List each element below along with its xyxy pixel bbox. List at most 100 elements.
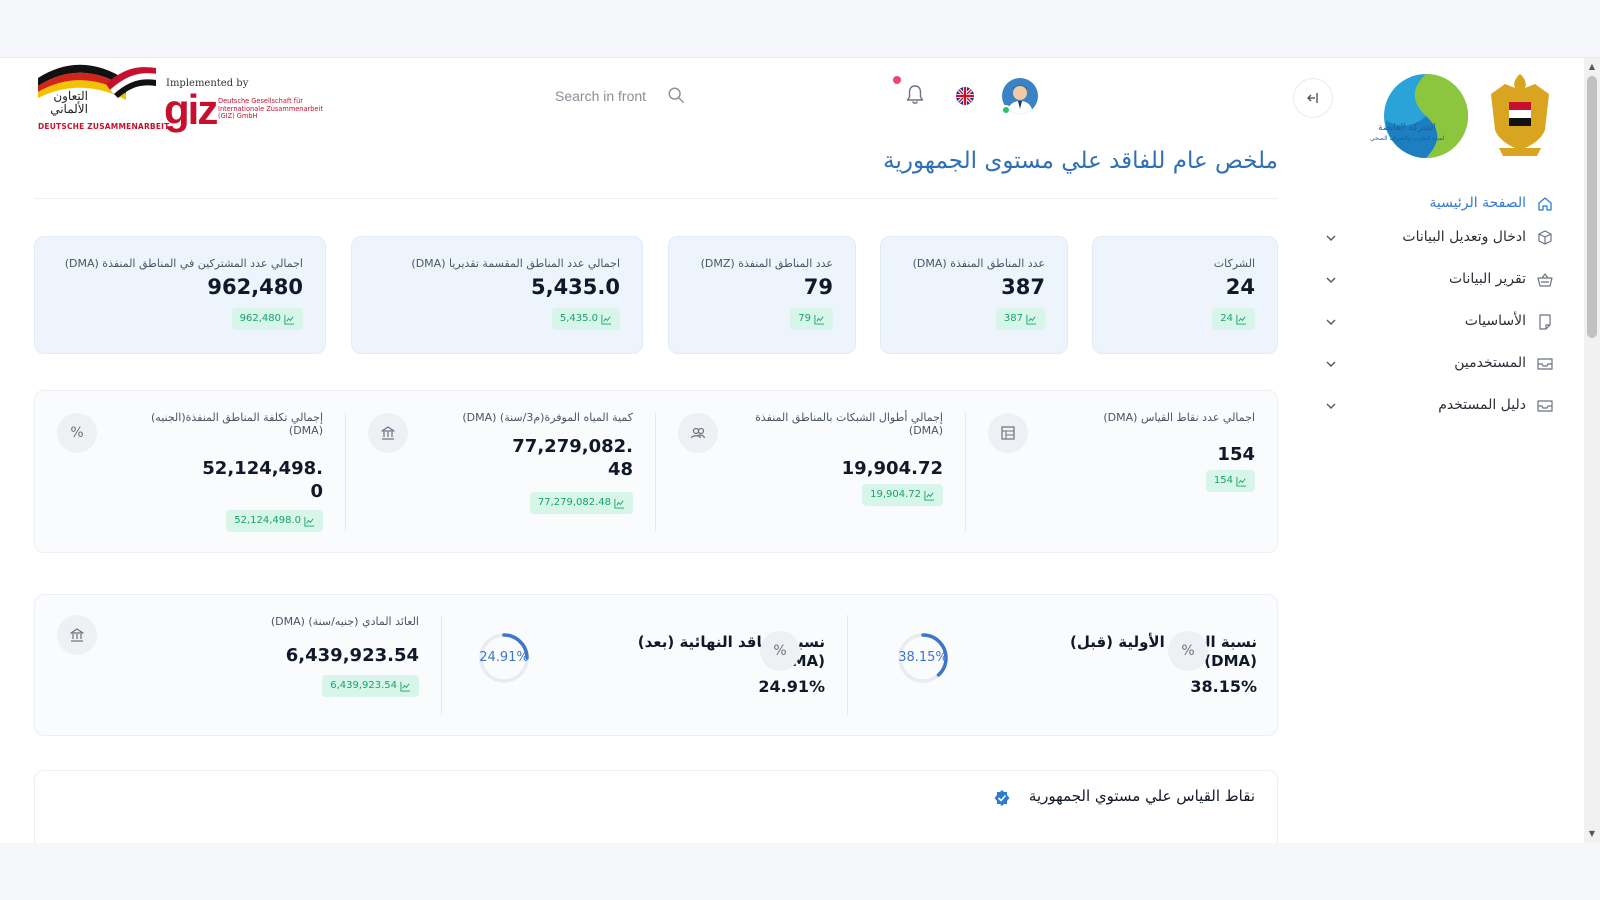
stat-network-length: إجمالي أطوال الشبكات بالمناطق المنفذة (D… <box>656 391 965 554</box>
home-icon <box>1538 197 1552 211</box>
stat-label-line: كمية المياه الموفرة(م3/سنة) (DMA) <box>462 411 633 424</box>
uk-flag-icon[interactable] <box>956 87 974 105</box>
revenue-label: العائد المادي (جنيه/سنة) (DMA) <box>270 615 419 628</box>
scroll-down-arrow-icon[interactable]: ▼ <box>1584 827 1600 841</box>
sidebar-item-data-report[interactable]: تقرير البيانات <box>1300 266 1584 296</box>
kpi-card-dmz-count: عدد المناطق المنفذة (DMZ) 79 79 <box>668 236 856 354</box>
users-icon <box>690 427 706 439</box>
sidebar-item-home[interactable]: الصفحة الرئيسية <box>1300 190 1584 220</box>
trend-up-icon <box>924 490 935 501</box>
badge-value: 52,124,498.0 <box>234 515 301 526</box>
trend-up-icon <box>400 681 411 692</box>
browser-top-band <box>0 0 1600 58</box>
sidebar-item-label: الأساسيات <box>1464 313 1526 329</box>
chevron-down-icon <box>1326 403 1336 409</box>
stat-icon-circle <box>368 413 408 453</box>
loss-value: 24.91% <box>758 677 825 696</box>
kpi-label: الشركات <box>1213 257 1255 270</box>
inbox-icon <box>1537 400 1553 412</box>
stat-water-saved: كمية المياه الموفرة(م3/سنة) (DMA) 77,279… <box>346 391 655 554</box>
percent-icon: % <box>57 413 97 453</box>
badge-value: 24 <box>1220 313 1233 324</box>
stat-label-line: (DMA) <box>288 424 323 437</box>
kpi-label: اجمالي عدد المشتركين في المناطق المنفذة … <box>64 257 303 270</box>
bank-icon <box>381 426 395 440</box>
revenue-cell: العائد المادي (جنيه/سنة) (DMA) 6,439,923… <box>35 595 441 737</box>
stats-panel: اجمالي عدد نقاط القياس (DMA) 154 154 إجم… <box>34 390 1278 553</box>
sidebar-item-label: ادخال وتعديل البيانات <box>1402 229 1526 245</box>
badge-value: 154 <box>1213 475 1233 486</box>
inbox-icon <box>1537 358 1553 370</box>
stat-value-line: 48 <box>607 459 633 480</box>
kpi-value: 5,435.0 <box>530 275 620 299</box>
stat-value: 19,904.72 <box>842 457 943 480</box>
trend-badge: 387 <box>995 308 1045 330</box>
stat-value-line: 52,124,498. <box>202 458 323 479</box>
badge-value: 77,279,082.48 <box>537 497 611 508</box>
giz-deutsche-text: DEUTSCHE ZUSAMMENARBEIT <box>38 122 170 131</box>
scrollbar-thumb[interactable] <box>1587 76 1597 338</box>
table-icon <box>1001 426 1015 440</box>
loss-label: نسبة الفاقد الأولية (قبل) (DMA) <box>1070 633 1257 671</box>
trend-badge: 79 <box>790 308 833 330</box>
kpi-label: عدد المناطق المنفذة (DMZ) <box>700 257 833 270</box>
badge-value: 79 <box>798 313 811 324</box>
egypt-eagle-emblem <box>1491 74 1549 156</box>
chevron-down-icon <box>1326 235 1336 241</box>
kpi-label: اجمالي عدد المناطق المقسمة تقديريا (DMA) <box>411 257 620 270</box>
trend-badge: 5,435.0 <box>551 308 620 330</box>
loss-value: 38.15% <box>1190 677 1257 696</box>
stat-label-line: اجمالي عدد نقاط القياس (DMA) <box>1103 411 1255 424</box>
trend-badge: 19,904.72 <box>862 484 943 506</box>
search-icon[interactable] <box>667 86 685 104</box>
bank-icon <box>70 628 84 642</box>
percent-icon: % <box>1168 631 1208 671</box>
percent-icon: % <box>760 631 800 671</box>
stat-value-line: 154 <box>1217 444 1255 465</box>
top-header: التعاون الألماني DEUTSCHE ZUSAMMENARBEIT… <box>0 58 1333 138</box>
kpi-value: 387 <box>1001 275 1045 299</box>
holding-company-logo: الشركة القابضة لمياه الشرب والصرف الصحي <box>1370 74 1468 158</box>
kpi-value: 79 <box>803 275 833 299</box>
giz-full-name: Deutsche Gesellschaft für Internationale… <box>218 97 323 120</box>
bell-icon[interactable] <box>905 84 925 106</box>
gauge-text: 24.91% <box>479 650 529 665</box>
trend-up-icon <box>814 314 825 325</box>
vertical-scrollbar[interactable]: ▲ ▼ <box>1584 58 1600 843</box>
sidebar: الشركة القابضة لمياه الشرب والصرف الصحي … <box>1300 58 1584 843</box>
page-title: ملخص عام للفاقد علي مستوى الجمهورية <box>883 148 1278 174</box>
loss-label-line: نسبة الفاقد الأولية (قبل) <box>1069 633 1257 651</box>
stat-label: كمية المياه الموفرة(م3/سنة) (DMA) <box>462 411 633 424</box>
title-divider <box>34 198 1278 199</box>
sidebar-item-users[interactable]: المستخدمين <box>1300 350 1584 380</box>
basket-icon <box>1537 273 1553 287</box>
trend-badge: 962,480 <box>231 308 303 330</box>
stat-value-line: 0 <box>310 481 323 502</box>
trend-up-icon <box>1236 314 1247 325</box>
kpi-value: 24 <box>1225 275 1255 299</box>
loss-panel: نسبة الفاقد الأولية (قبل) (DMA) 38.15% %… <box>34 594 1278 736</box>
stat-label: اجمالي عدد نقاط القياس (DMA) <box>1103 411 1255 424</box>
chevron-down-icon <box>1326 361 1336 367</box>
giz-wordmark: giz <box>164 86 218 133</box>
scroll-up-arrow-icon[interactable]: ▲ <box>1584 60 1600 74</box>
trend-up-icon <box>284 314 295 325</box>
stat-measurement-points: اجمالي عدد نقاط القياس (DMA) 154 154 <box>966 391 1277 554</box>
sidebar-item-user-guide[interactable]: دليل المستخدم <box>1300 392 1584 422</box>
badge-value: 387 <box>1003 313 1023 324</box>
revenue-value: 6,439,923.54 <box>285 645 419 666</box>
kpi-card-estimated-dma: اجمالي عدد المناطق المقسمة تقديريا (DMA)… <box>351 236 643 354</box>
app-window: التعاون الألماني DEUTSCHE ZUSAMMENARBEIT… <box>0 58 1584 843</box>
stat-label-line: إجمالي تكلفة المناطق المنفذة(الجنيه) <box>151 411 323 424</box>
kpi-card-subscribers: اجمالي عدد المشتركين في المناطق المنفذة … <box>34 236 326 354</box>
stat-value: 154 <box>1217 443 1255 466</box>
search-input[interactable] <box>555 83 660 109</box>
chevron-down-icon <box>1326 319 1336 325</box>
kpi-card-dma-count: عدد المناطق المنفذة (DMA) 387 387 <box>880 236 1068 354</box>
sidebar-item-data-entry[interactable]: ادخال وتعديل البيانات <box>1300 224 1584 254</box>
svg-text:لمياه الشرب والصرف الصحي: لمياه الشرب والصرف الصحي <box>1370 135 1444 142</box>
sidebar-item-basics[interactable]: الأساسيات <box>1300 308 1584 338</box>
trend-up-icon <box>1026 314 1037 325</box>
trend-up-icon <box>614 498 625 509</box>
main-content: ملخص عام للفاقد علي مستوى الجمهورية الشر… <box>0 138 1300 843</box>
